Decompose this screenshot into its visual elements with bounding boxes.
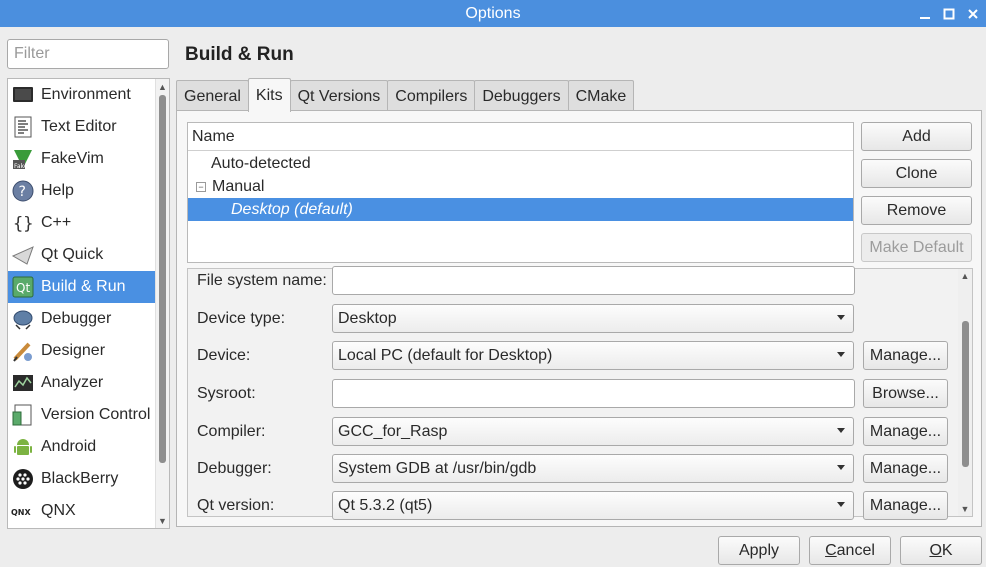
category-item-version-control[interactable]: Version Control — [8, 399, 156, 431]
device-type-select[interactable]: Desktop — [332, 304, 854, 333]
scroll-thumb[interactable] — [962, 321, 969, 467]
device-type-label: Device type: — [197, 310, 286, 327]
category-item-blackberry[interactable]: BlackBerry — [8, 463, 156, 495]
debugger-icon — [11, 307, 35, 331]
qt-quick-icon — [11, 243, 35, 267]
svg-text:Qt: Qt — [16, 281, 30, 295]
device-select[interactable]: Local PC (default for Desktop) — [332, 341, 854, 370]
scroll-up-icon[interactable]: ▲ — [958, 270, 972, 282]
analyzer-icon — [11, 371, 35, 395]
compiler-manage-button[interactable]: Manage... — [863, 417, 948, 446]
window-title: Options — [465, 4, 521, 22]
category-item-analyzer[interactable]: Analyzer — [8, 367, 156, 399]
scroll-thumb[interactable] — [159, 95, 166, 463]
category-item-designer[interactable]: Designer — [8, 335, 156, 367]
tree-item-desktop-kit[interactable]: Desktop (default) — [188, 198, 853, 221]
scroll-down-icon[interactable]: ▼ — [958, 503, 972, 515]
dropdown-arrow-icon — [837, 502, 845, 507]
category-item-fakevim[interactable]: Fake FakeVim — [8, 143, 156, 175]
dropdown-arrow-icon — [837, 428, 845, 433]
device-manage-button[interactable]: Manage... — [863, 341, 948, 370]
sysroot-label: Sysroot: — [197, 385, 256, 402]
dropdown-arrow-icon — [837, 465, 845, 470]
tab-compilers[interactable]: Compilers — [387, 80, 476, 112]
category-item-qt-quick[interactable]: Qt Quick — [8, 239, 156, 271]
ok-button[interactable]: OK — [900, 536, 982, 565]
tab-kits[interactable]: Kits — [247, 78, 291, 112]
category-list: Environment Text Editor Fake FakeVim ? H… — [7, 78, 170, 529]
version-control-icon — [11, 403, 35, 427]
qnx-icon: QNX — [11, 499, 35, 523]
debugger-label: Debugger: — [197, 460, 272, 477]
category-item-cpp[interactable]: {} C++ — [8, 207, 156, 239]
tab-bar: General Kits Qt Versions Compilers Debug… — [176, 78, 635, 112]
tab-general[interactable]: General — [176, 80, 249, 112]
window-titlebar: Options — [0, 0, 986, 27]
sysroot-input[interactable] — [332, 379, 855, 408]
monitor-icon — [11, 83, 35, 107]
category-item-android[interactable]: Android — [8, 431, 156, 463]
qt-version-label: Qt version: — [197, 497, 275, 514]
build-run-icon: Qt — [11, 275, 35, 299]
kits-tree[interactable]: Name Auto-detected − Manual Desktop (def… — [187, 122, 854, 263]
window-controls — [918, 0, 980, 27]
debugger-select[interactable]: System GDB at /usr/bin/gdb — [332, 454, 854, 483]
qt-version-select[interactable]: Qt 5.3.2 (qt5) — [332, 491, 854, 520]
tab-qt-versions[interactable]: Qt Versions — [289, 80, 389, 112]
dropdown-arrow-icon — [837, 315, 845, 320]
qt-version-manage-button[interactable]: Manage... — [863, 491, 948, 520]
category-item-help[interactable]: ? Help — [8, 175, 156, 207]
compiler-label: Compiler: — [197, 423, 266, 440]
tab-debuggers[interactable]: Debuggers — [474, 80, 569, 112]
cancel-button[interactable]: Cancel — [809, 536, 891, 565]
text-editor-icon — [11, 115, 35, 139]
svg-text:QNX: QNX — [11, 508, 31, 517]
category-item-debugger[interactable]: Debugger — [8, 303, 156, 335]
add-button[interactable]: Add — [861, 122, 972, 151]
fakevim-icon: Fake — [11, 147, 35, 171]
svg-text:{}: {} — [13, 214, 33, 234]
make-default-button[interactable]: Make Default — [861, 233, 972, 262]
android-icon — [11, 435, 35, 459]
tree-item-auto-detected[interactable]: Auto-detected — [188, 152, 853, 175]
debugger-manage-button[interactable]: Manage... — [863, 454, 948, 483]
close-icon[interactable] — [966, 7, 980, 21]
clone-button[interactable]: Clone — [861, 159, 972, 188]
collapse-icon[interactable]: − — [196, 181, 206, 192]
compiler-select[interactable]: GCC_for_Rasp — [332, 417, 854, 446]
svg-text:?: ? — [19, 184, 26, 200]
category-list-scrollbar[interactable]: ▲ ▼ — [155, 79, 169, 528]
remove-button[interactable]: Remove — [861, 196, 972, 225]
details-scrollbar[interactable]: ▲ ▼ — [958, 269, 972, 516]
cpp-braces-icon: {} — [11, 211, 35, 235]
minimize-icon[interactable] — [918, 7, 932, 21]
fs-name-label: File system name: — [197, 272, 327, 289]
filter-input[interactable] — [7, 39, 169, 69]
category-item-qnx[interactable]: QNX QNX — [8, 495, 156, 527]
fs-name-input[interactable] — [332, 266, 855, 295]
tab-cmake[interactable]: CMake — [567, 80, 635, 112]
tree-header-name[interactable]: Name — [188, 123, 853, 151]
sysroot-browse-button[interactable]: Browse... — [863, 379, 948, 408]
svg-text:Fake: Fake — [14, 163, 28, 170]
device-label: Device: — [197, 347, 251, 364]
category-item-environment[interactable]: Environment — [8, 79, 156, 111]
apply-button[interactable]: Apply — [718, 536, 800, 565]
help-icon: ? — [11, 179, 35, 203]
scroll-down-icon[interactable]: ▼ — [156, 515, 169, 527]
category-item-text-editor[interactable]: Text Editor — [8, 111, 156, 143]
maximize-icon[interactable] — [942, 7, 956, 21]
scroll-up-icon[interactable]: ▲ — [156, 81, 169, 93]
designer-icon — [11, 339, 35, 363]
dropdown-arrow-icon — [837, 352, 845, 357]
blackberry-icon — [11, 467, 35, 491]
tree-item-manual[interactable]: − Manual — [188, 175, 853, 198]
page-title: Build & Run — [185, 44, 294, 65]
category-item-build-run[interactable]: Qt Build & Run — [8, 271, 156, 303]
